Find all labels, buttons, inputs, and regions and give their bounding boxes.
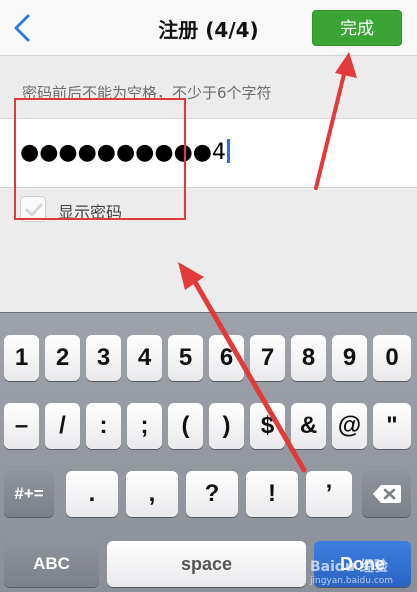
key-apostrophe[interactable]: ’ [306, 471, 352, 517]
highlight-box [14, 98, 186, 220]
key-space[interactable]: space [107, 541, 306, 587]
key-3[interactable]: 3 [86, 335, 121, 381]
key-semicolon[interactable]: ; [127, 403, 162, 449]
keyboard: 1 2 3 4 5 6 7 8 9 0 – / : ; ( ) $ & @ " … [0, 312, 417, 592]
key-close-paren[interactable]: ) [209, 403, 244, 449]
key-period[interactable]: . [66, 471, 118, 517]
key-at[interactable]: @ [332, 403, 367, 449]
key-0[interactable]: 0 [373, 335, 411, 381]
key-backspace[interactable] [362, 471, 411, 517]
text-cursor [226, 139, 230, 163]
key-question[interactable]: ? [186, 471, 238, 517]
backspace-icon [372, 485, 401, 503]
key-dash[interactable]: – [4, 403, 39, 449]
key-colon[interactable]: : [86, 403, 121, 449]
key-quote[interactable]: " [373, 403, 411, 449]
key-8[interactable]: 8 [291, 335, 326, 381]
key-exclamation[interactable]: ! [246, 471, 298, 517]
key-done[interactable]: Done [314, 541, 411, 587]
key-ampersand[interactable]: & [291, 403, 326, 449]
key-comma[interactable]: , [126, 471, 178, 517]
key-9[interactable]: 9 [332, 335, 367, 381]
key-1[interactable]: 1 [4, 335, 39, 381]
navigation-bar: 注册 (4/4) 完成 [0, 0, 417, 56]
key-4[interactable]: 4 [127, 335, 162, 381]
key-dollar[interactable]: $ [250, 403, 285, 449]
done-button[interactable]: 完成 [312, 10, 402, 46]
key-symbols[interactable]: #+= [4, 471, 54, 517]
key-5[interactable]: 5 [168, 335, 203, 381]
key-7[interactable]: 7 [250, 335, 285, 381]
key-open-paren[interactable]: ( [168, 403, 203, 449]
key-6[interactable]: 6 [209, 335, 244, 381]
key-abc[interactable]: ABC [4, 541, 99, 587]
key-2[interactable]: 2 [45, 335, 80, 381]
key-slash[interactable]: / [45, 403, 80, 449]
